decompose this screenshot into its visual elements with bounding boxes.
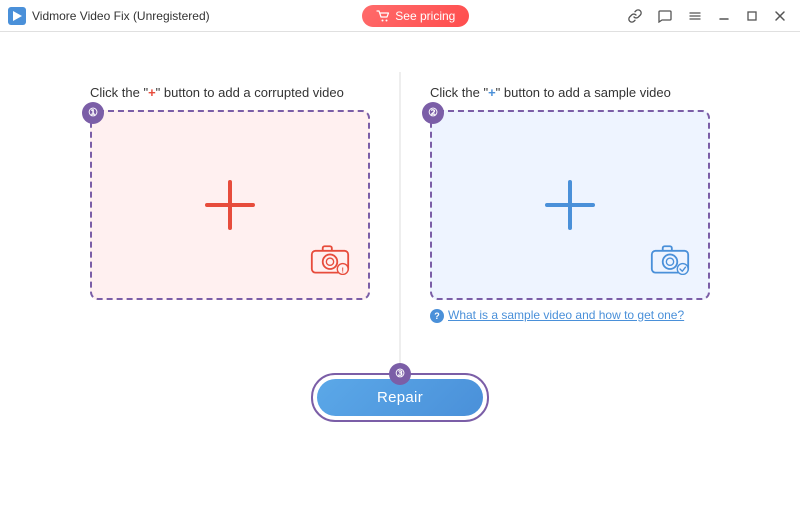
see-pricing-label: See pricing (395, 9, 455, 23)
title-left: Vidmore Video Fix (Unregistered) (8, 7, 210, 25)
main-content: Click the "+" button to add a corrupted … (0, 32, 800, 514)
repair-button-label: Repair (377, 389, 423, 406)
sample-camera-icon (650, 243, 690, 275)
right-instruction-prefix: Click the " (430, 85, 488, 100)
corrupted-camera-icon-wrapper: ! (310, 243, 350, 280)
chat-icon (658, 9, 672, 23)
title-bar: Vidmore Video Fix (Unregistered) See pri… (0, 0, 800, 32)
add-corrupted-plus-icon (205, 180, 255, 230)
link-button[interactable] (622, 7, 648, 25)
title-right (622, 7, 792, 25)
help-link-text: What is a sample video and how to get on… (448, 308, 684, 322)
corrupted-video-upload-box[interactable]: ① ! (90, 110, 370, 300)
cart-icon (376, 10, 390, 22)
sample-camera-icon-wrapper (650, 243, 690, 280)
vertical-divider (400, 72, 401, 394)
right-plus-symbol: + (488, 85, 496, 100)
right-panel: Click the "+" button to add a sample vid… (430, 85, 710, 323)
left-instruction-prefix: Click the " (90, 85, 148, 100)
svg-text:!: ! (342, 265, 344, 274)
repair-section: ③ Repair (311, 373, 489, 422)
link-icon (628, 9, 642, 23)
add-sample-plus-icon (545, 180, 595, 230)
close-icon (774, 10, 786, 22)
close-button[interactable] (768, 8, 792, 24)
app-title: Vidmore Video Fix (Unregistered) (32, 9, 210, 23)
sample-video-upload-box[interactable]: ② (430, 110, 710, 300)
sample-video-help-link[interactable]: ? What is a sample video and how to get … (430, 308, 684, 323)
left-instruction-suffix: " button to add a corrupted video (156, 85, 344, 100)
right-instruction-suffix: " button to add a sample video (496, 85, 671, 100)
menu-button[interactable] (682, 7, 708, 25)
step-3-badge: ③ (389, 363, 411, 385)
corrupted-camera-icon: ! (310, 243, 350, 275)
maximize-button[interactable] (740, 8, 764, 24)
hamburger-icon (688, 9, 702, 23)
left-plus-symbol: + (148, 85, 156, 100)
maximize-icon (746, 10, 758, 22)
help-icon: ? (430, 309, 444, 323)
minimize-icon (718, 10, 730, 22)
right-panel-instruction: Click the "+" button to add a sample vid… (430, 85, 671, 100)
chat-button[interactable] (652, 7, 678, 25)
step-2-badge: ② (422, 102, 444, 124)
left-panel-instruction: Click the "+" button to add a corrupted … (90, 85, 344, 100)
step-1-badge: ① (82, 102, 104, 124)
minimize-button[interactable] (712, 8, 736, 24)
left-panel: Click the "+" button to add a corrupted … (90, 85, 370, 300)
see-pricing-button[interactable]: See pricing (362, 5, 469, 27)
app-icon (8, 7, 26, 25)
